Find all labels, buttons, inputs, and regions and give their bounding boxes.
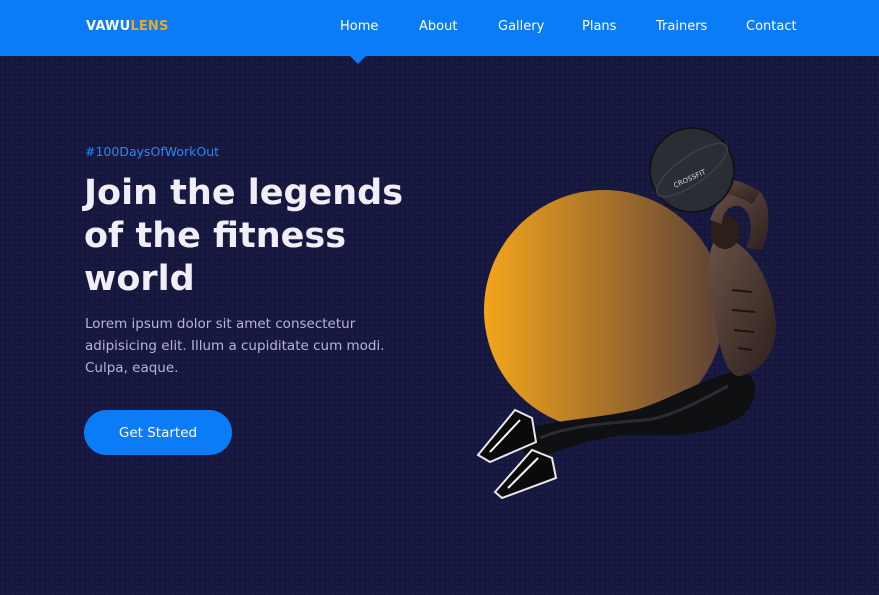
- nav-about[interactable]: About: [419, 19, 457, 34]
- active-nav-indicator: [350, 56, 366, 64]
- get-started-button[interactable]: Get Started: [84, 410, 232, 455]
- medicine-ball: [649, 127, 735, 213]
- hero-title-line: world: [84, 259, 195, 299]
- hero-hashtag: #100DaysOfWorkOut: [85, 144, 220, 159]
- nav-contact[interactable]: Contact: [746, 19, 797, 34]
- nav-trainers[interactable]: Trainers: [656, 19, 707, 34]
- navbar: VAWULENS Home About Gallery Plans Traine…: [0, 0, 879, 56]
- nav-gallery[interactable]: Gallery: [498, 19, 544, 34]
- hero-title: Join the legends of the fitness world: [84, 172, 444, 301]
- nav-home[interactable]: Home: [340, 19, 378, 34]
- hero-athlete-illustration: CROSSFIT: [476, 127, 776, 500]
- hero-description: Lorem ipsum dolor sit amet consectetur a…: [85, 316, 385, 376]
- main-nav: Home About Gallery Plans Trainers Contac…: [0, 0, 879, 56]
- hero-title-line: Join the legends: [84, 173, 404, 213]
- nav-plans[interactable]: Plans: [582, 19, 616, 34]
- hero-title-line: of the fitness: [84, 216, 347, 256]
